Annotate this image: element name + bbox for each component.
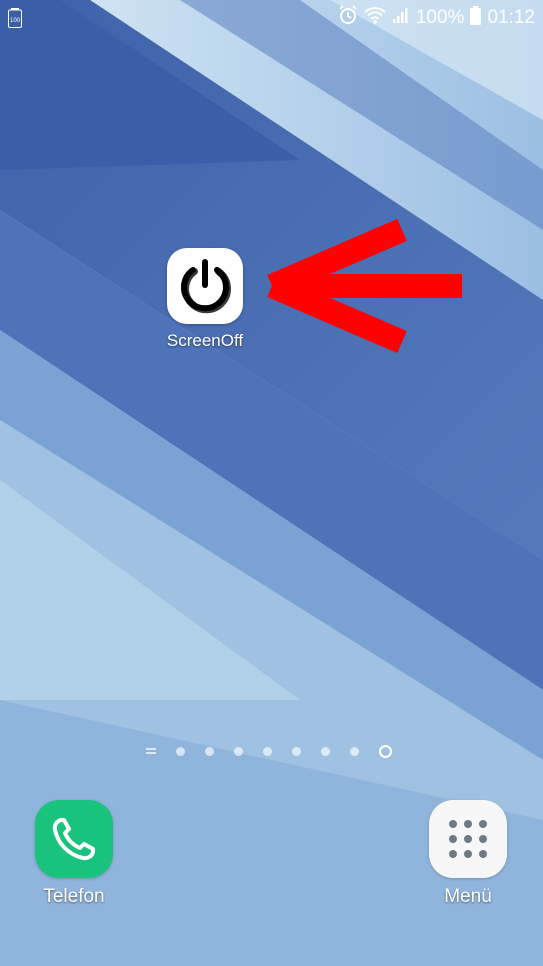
svg-text:100: 100 [10, 18, 21, 24]
red-arrow-icon [264, 218, 466, 359]
page-dot[interactable] [176, 746, 185, 756]
app-label-telefon: Telefon [43, 886, 105, 907]
page-dot-active[interactable] [379, 744, 392, 758]
page-dot[interactable] [292, 746, 301, 756]
page-dot[interactable] [234, 746, 243, 756]
wifi-icon [364, 6, 386, 30]
power-icon [167, 248, 243, 324]
battery-percent: 100% [415, 7, 465, 28]
app-label-menu: Menü [444, 886, 492, 907]
alarm-icon [338, 5, 358, 31]
signal-icon [392, 6, 410, 30]
home-page-indicator-icon[interactable] [146, 748, 156, 754]
dock-app-telefon[interactable]: Telefon [24, 800, 124, 908]
app-screenoff[interactable]: ScreenOff [160, 248, 250, 351]
app-label-screenoff: ScreenOff [166, 331, 244, 350]
dock-app-menu[interactable]: Menü [418, 800, 518, 908]
phone-icon [35, 800, 113, 878]
battery-saver-icon: 100 [8, 8, 22, 34]
page-dot[interactable] [350, 746, 359, 756]
page-dot[interactable] [321, 746, 330, 756]
status-bar: 100 100% 01:12 [0, 0, 543, 36]
battery-icon [470, 5, 482, 31]
page-indicator[interactable] [140, 742, 402, 760]
page-dot[interactable] [205, 746, 214, 756]
page-dot[interactable] [263, 746, 272, 756]
clock: 01:12 [487, 7, 535, 28]
apps-grid-icon [429, 800, 507, 878]
